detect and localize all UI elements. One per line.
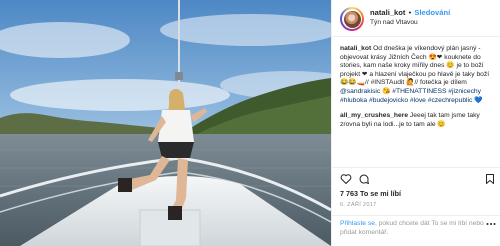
caption: natali_kot Od dneška je víkendový plán j… (340, 45, 496, 105)
header-user-line: natali_kot • Sledování (370, 8, 450, 17)
caption-mention[interactable]: @sandrakisic 😘 (340, 88, 392, 95)
avatar[interactable] (340, 7, 364, 31)
post-actions: 7 763 To se mi líbí 6. ZÁŘÍ 2017 (332, 167, 500, 221)
login-prompt: Přihlaste se, pokud chcete dát To se mi … (332, 215, 500, 246)
post-side-panel: natali_kot • Sledování Týn nad Vltavou n… (331, 0, 500, 246)
caption-mention-prefix: #INSTAudit 🙋// fotečka je dílem (370, 79, 467, 87)
likes-count[interactable]: 7 763 To se mi líbí (340, 189, 401, 198)
post-date[interactable]: 6. ZÁŘÍ 2017 (340, 202, 377, 208)
more-options-icon[interactable] (486, 221, 496, 225)
boat-photo-image (0, 0, 331, 246)
comment-icon[interactable] (358, 173, 370, 185)
login-link[interactable]: Přihlaste se (340, 220, 375, 227)
follow-button[interactable]: Sledování (414, 8, 450, 17)
instagram-post: natali_kot • Sledování Týn nad Vltavou n… (0, 0, 500, 246)
caption-username[interactable]: natali_kot (340, 45, 371, 52)
post-header: natali_kot • Sledování Týn nad Vltavou (332, 0, 500, 37)
avatar-border (342, 9, 362, 29)
comments-list: natali_kot Od dneška je víkendový plán j… (340, 45, 496, 129)
header-separator: • (408, 8, 412, 17)
heart-icon[interactable] (340, 173, 352, 185)
comment-username[interactable]: all_my_crushes_here (340, 112, 408, 119)
header-username[interactable]: natali_kot (370, 8, 405, 17)
comment-item: all_my_crushes_here Jeeej tak tam jsme t… (340, 112, 496, 129)
post-photo[interactable] (0, 0, 331, 246)
avatar-image (343, 10, 361, 28)
location-link[interactable]: Týn nad Vltavou (370, 19, 418, 26)
bookmark-icon[interactable] (484, 173, 496, 185)
